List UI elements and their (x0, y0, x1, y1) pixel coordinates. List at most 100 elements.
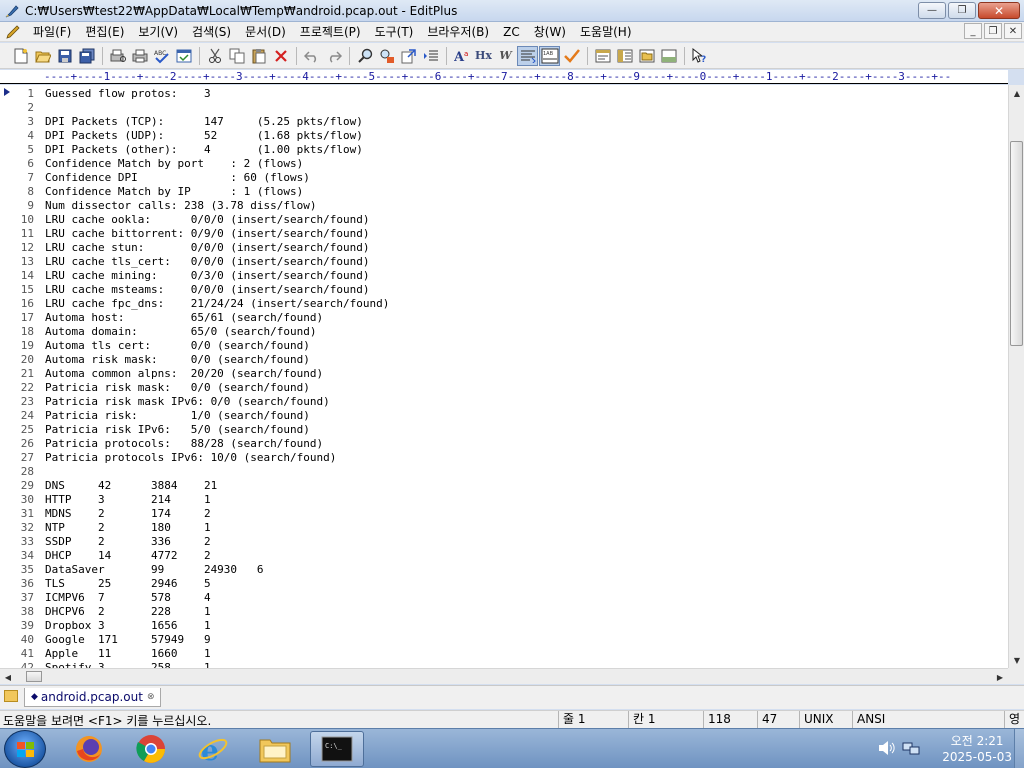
taskbar-clock[interactable]: 오전 2:21 2025-05-03 (942, 733, 1012, 765)
code-line[interactable]: 5 DPI Packets (other): 4 (1.00 pkts/flow) (0, 143, 1008, 157)
code-line[interactable]: 39 Dropbox 3 1656 1 (0, 619, 1008, 633)
status-eol-format[interactable]: UNIX (799, 711, 834, 728)
indent-icon[interactable] (420, 46, 441, 66)
code-line[interactable]: 40 Google 171 57949 9 (0, 633, 1008, 647)
undo-icon[interactable] (301, 46, 322, 66)
horizontal-scroll-thumb[interactable] (26, 671, 42, 682)
status-encoding[interactable]: ANSI (852, 711, 885, 728)
chrome-taskbar-icon[interactable] (124, 731, 178, 767)
code-line[interactable]: 9 Num dissector calls: 238 (3.78 diss/flo… (0, 199, 1008, 213)
document-pen-icon[interactable] (6, 24, 22, 40)
cliptext-icon[interactable] (614, 46, 635, 66)
code-line[interactable]: 16 LRU cache fpc_dns: 21/24/24 (insert/se… (0, 297, 1008, 311)
output-window-icon[interactable] (658, 46, 679, 66)
code-line[interactable]: 24 Patricia risk: 1/0 (search/found) (0, 409, 1008, 423)
firefox-taskbar-icon[interactable] (62, 731, 116, 767)
column-select-icon[interactable]: 1AB (539, 45, 560, 66)
doc-close-button[interactable]: ✕ (1004, 23, 1022, 39)
cut-icon[interactable] (204, 46, 225, 66)
maximize-button[interactable]: ❐ (948, 2, 976, 19)
scroll-left-arrow-icon[interactable]: ◀ (0, 669, 16, 685)
menu-tools[interactable]: 도구(T) (368, 23, 421, 40)
code-line[interactable]: 19 Automa tls cert: 0/0 (search/found) (0, 339, 1008, 353)
delete-icon[interactable] (270, 46, 291, 66)
code-line[interactable]: 17 Automa host: 65/61 (search/found) (0, 311, 1008, 325)
directory-icon[interactable] (636, 46, 657, 66)
text-editor[interactable]: 1 Guessed flow protos: 3 2 3 DPI Packets (TC… (0, 85, 1008, 668)
doc-minimize-button[interactable]: _ (964, 23, 982, 39)
copy-icon[interactable] (226, 46, 247, 66)
scroll-right-arrow-icon[interactable]: ▶ (992, 669, 1008, 685)
horizontal-scrollbar[interactable]: ◀ ▶ (0, 668, 1008, 684)
code-line[interactable]: 4 DPI Packets (UDP): 52 (1.68 pkts/flow) (0, 129, 1008, 143)
code-line[interactable]: 42 Spotify 3 258 1 (0, 661, 1008, 668)
menu-help[interactable]: 도움말(H) (573, 23, 639, 40)
code-line[interactable]: 23 Patricia risk mask IPv6: 0/0 (search/f… (0, 395, 1008, 409)
menu-zc[interactable]: ZC (496, 25, 527, 39)
code-line[interactable]: 21 Automa common alpns: 20/20 (search/fou… (0, 367, 1008, 381)
code-line[interactable]: 37 ICMPV6 7 578 4 (0, 591, 1008, 605)
print-preview-icon[interactable] (107, 46, 128, 66)
word-wrap-icon[interactable]: W (495, 46, 516, 66)
command-prompt-taskbar-icon[interactable]: C:\_ (310, 731, 364, 767)
editplus-icon[interactable] (4, 3, 20, 19)
menu-search[interactable]: 검색(S) (185, 23, 238, 40)
code-line[interactable]: 28 (0, 465, 1008, 479)
code-line[interactable]: 8 Confidence Match by IP : 1 (flows) (0, 185, 1008, 199)
code-line[interactable]: 2 (0, 101, 1008, 115)
doc-restore-button[interactable]: ❐ (984, 23, 1002, 39)
goto-icon[interactable] (398, 46, 419, 66)
print-icon[interactable] (129, 46, 150, 66)
spell-check-icon[interactable]: ABC (151, 46, 172, 66)
minimize-button[interactable]: — (918, 2, 946, 19)
vertical-scrollbar[interactable]: ▲ ▼ (1008, 85, 1024, 668)
code-line[interactable]: 10 LRU cache ookla: 0/0/0 (insert/search/… (0, 213, 1008, 227)
code-line[interactable]: 29 DNS 42 3884 21 (0, 479, 1008, 493)
context-help-icon[interactable]: ? (689, 46, 710, 66)
html-toolbar-icon[interactable] (592, 46, 613, 66)
browser-preview-icon[interactable] (173, 46, 194, 66)
new-file-icon[interactable] (10, 46, 31, 66)
menu-file[interactable]: 파일(F) (26, 23, 78, 40)
code-line[interactable]: 13 LRU cache tls_cert: 0/0/0 (insert/sear… (0, 255, 1008, 269)
find-icon[interactable] (354, 46, 375, 66)
menu-view[interactable]: 보기(V) (131, 23, 185, 40)
code-line[interactable]: 1 Guessed flow protos: 3 (0, 87, 1008, 101)
font-icon[interactable]: Aa (451, 46, 472, 66)
file-explorer-taskbar-icon[interactable] (248, 731, 302, 767)
menu-document[interactable]: 문서(D) (238, 23, 293, 40)
menu-browser[interactable]: 브라우저(B) (420, 23, 496, 40)
replace-icon[interactable] (376, 46, 397, 66)
code-line[interactable]: 31 MDNS 2 174 2 (0, 507, 1008, 521)
code-line[interactable]: 3 DPI Packets (TCP): 147 (5.25 pkts/flow) (0, 115, 1008, 129)
line-number-toggle-icon[interactable] (517, 45, 538, 66)
code-line[interactable]: 15 LRU cache msteams: 0/0/0 (insert/searc… (0, 283, 1008, 297)
tab-close-icon[interactable]: ⊗ (147, 692, 155, 702)
vertical-scroll-thumb[interactable] (1010, 141, 1023, 346)
status-column[interactable]: 칸 1 (628, 711, 656, 728)
close-button[interactable]: ✕ (978, 2, 1020, 19)
menu-edit[interactable]: 편집(E) (78, 23, 131, 40)
open-folder-icon[interactable] (32, 46, 53, 66)
code-line[interactable]: 41 Apple 11 1660 1 (0, 647, 1008, 661)
code-line[interactable]: 30 HTTP 3 214 1 (0, 493, 1008, 507)
code-line[interactable]: 12 LRU cache stun: 0/0/0 (insert/search/f… (0, 241, 1008, 255)
network-icon[interactable] (902, 740, 920, 759)
code-line[interactable]: 33 SSDP 2 336 2 (0, 535, 1008, 549)
scroll-down-arrow-icon[interactable]: ▼ (1009, 652, 1024, 668)
code-line[interactable]: 7 Confidence DPI : 60 (flows) (0, 171, 1008, 185)
show-desktop-button[interactable] (1014, 729, 1024, 768)
code-line[interactable]: 34 DHCP 14 4772 2 (0, 549, 1008, 563)
code-line[interactable]: 35 DataSaver 99 24930 6 (0, 563, 1008, 577)
code-line[interactable]: 20 Automa risk mask: 0/0 (search/found) (0, 353, 1008, 367)
code-line[interactable]: 25 Patricia risk IPv6: 5/0 (search/found) (0, 423, 1008, 437)
code-line[interactable]: 27 Patricia protocols IPv6: 10/0 (search/… (0, 451, 1008, 465)
status-line[interactable]: 줄 1 (558, 711, 586, 728)
paste-icon[interactable] (248, 46, 269, 66)
menu-window[interactable]: 창(W) (527, 23, 573, 40)
code-line[interactable]: 38 DHCPV6 2 228 1 (0, 605, 1008, 619)
hex-viewer-icon[interactable]: Hx (473, 46, 494, 66)
redo-icon[interactable] (323, 46, 344, 66)
scroll-up-arrow-icon[interactable]: ▲ (1009, 85, 1024, 101)
code-line[interactable]: 6 Confidence Match by port : 2 (flows) (0, 157, 1008, 171)
